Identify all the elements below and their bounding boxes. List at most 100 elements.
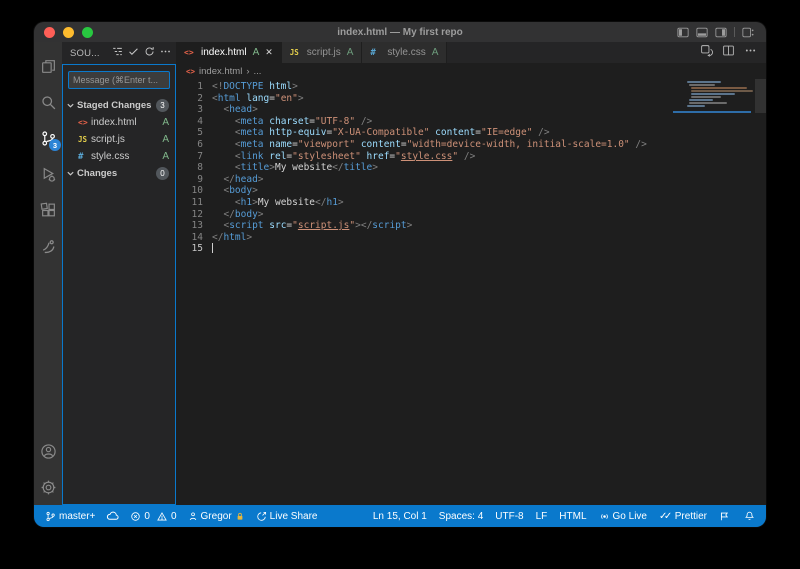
commit-check-icon[interactable] <box>128 44 139 62</box>
extensions-icon[interactable] <box>34 192 62 228</box>
code-line[interactable]: 8 <title>My website</title> <box>176 162 766 174</box>
close-window-button[interactable] <box>44 26 55 38</box>
tab-style-css[interactable]: # style.css A <box>362 42 448 63</box>
lock-icon <box>237 512 243 520</box>
code-text: <meta charset="UTF-8" /> <box>234 115 373 127</box>
split-editor-icon[interactable] <box>722 44 735 62</box>
staged-file-style-css[interactable]: # style.css A <box>63 148 175 165</box>
language-mode[interactable]: HTML <box>559 511 586 522</box>
customize-layout-icon[interactable] <box>742 27 754 38</box>
prettier-status[interactable]: ✓✓ Prettier <box>659 511 707 522</box>
code-line[interactable]: 1 <!DOCTYPE html> <box>176 81 766 93</box>
staged-count-badge: 3 <box>156 99 169 112</box>
code-line[interactable]: 2 <html lang="en"> <box>176 93 766 105</box>
status-bar: master+ 0 0 Gregor Live Share Ln 15, Col… <box>34 505 766 527</box>
feedback-icon <box>720 512 729 520</box>
toggle-secondary-sidebar-icon[interactable] <box>715 27 727 38</box>
indentation-setting[interactable]: Spaces: 4 <box>439 511 483 522</box>
eol-setting[interactable]: LF <box>536 511 548 522</box>
cursor-position[interactable]: Ln 15, Col 1 <box>373 511 427 522</box>
more-actions-icon[interactable] <box>744 44 757 62</box>
code-editor[interactable]: 1 <!DOCTYPE html> 2 <html lang="en"> 3 <head… <box>176 79 766 505</box>
accounts-icon[interactable] <box>34 433 62 469</box>
share-icon <box>257 511 266 521</box>
commit-message-input[interactable] <box>68 71 170 89</box>
open-changes-icon[interactable] <box>700 44 713 62</box>
error-icon <box>131 511 141 521</box>
feedback-button[interactable] <box>719 511 730 522</box>
live-share-status[interactable]: Live Share <box>256 511 317 522</box>
code-line[interactable]: 5 <meta http-equiv="X-UA-Compatible" con… <box>176 127 766 139</box>
breadcrumb-more[interactable]: ... <box>254 66 262 77</box>
minimize-window-button[interactable] <box>63 26 74 38</box>
html-file-icon: <> <box>184 48 194 57</box>
toggle-sidebar-icon[interactable] <box>677 27 689 38</box>
staged-file-index-html[interactable]: <> index.html A <box>63 114 175 131</box>
go-live-button[interactable]: Go Live <box>599 511 647 522</box>
scrollbar-thumb[interactable] <box>755 79 766 113</box>
settings-gear-icon[interactable] <box>34 469 62 505</box>
code-text: <!DOCTYPE html> <box>212 81 298 92</box>
git-status-added: A <box>431 47 439 58</box>
code-text: <meta name="viewport" content="width=dev… <box>234 138 647 150</box>
code-line[interactable]: 7 <link rel="stylesheet" href="style.css… <box>176 151 766 163</box>
error-count: 0 <box>144 510 150 522</box>
code-text: </head> <box>223 173 264 185</box>
minimap[interactable] <box>673 81 753 113</box>
chevron-down-icon <box>66 101 75 110</box>
line-number: 2 <box>197 92 203 104</box>
line-number: 5 <box>197 127 203 139</box>
close-tab-icon[interactable]: ✕ <box>265 47 273 58</box>
run-debug-icon[interactable] <box>34 156 62 192</box>
html-file-icon: <> <box>78 118 88 127</box>
git-branch-status[interactable]: master+ <box>45 511 95 522</box>
encoding-setting[interactable]: UTF-8 <box>495 511 523 522</box>
refresh-icon[interactable] <box>144 44 155 62</box>
code-line[interactable]: 6 <meta name="viewport" content="width=d… <box>176 139 766 151</box>
titlebar-separator <box>734 27 735 37</box>
tab-index-html[interactable]: <> index.html A ✕ <box>176 42 282 63</box>
staged-changes-section[interactable]: Staged Changes 3 <box>63 97 175 114</box>
line-number: 4 <box>197 115 203 127</box>
code-line[interactable]: 11 <h1>My website</h1> <box>176 197 766 209</box>
problems-status[interactable]: 0 0 <box>130 510 177 522</box>
code-lines[interactable]: 1 <!DOCTYPE html> 2 <html lang="en"> 3 <head… <box>176 81 766 255</box>
toggle-panel-icon[interactable] <box>696 27 708 38</box>
code-line[interactable]: 3 <head> <box>176 104 766 116</box>
sidebar-source-control: SOU... Staged Changes 3 <> index.html <box>62 42 176 505</box>
code-line[interactable]: 4 <meta charset="UTF-8" /> <box>176 116 766 128</box>
code-text: <script src="script.js"></script> <box>223 220 413 232</box>
tab-script-js[interactable]: JS script.js A <box>281 42 363 63</box>
explorer-icon[interactable] <box>34 48 62 84</box>
code-line[interactable]: 15 <box>176 243 766 255</box>
code-line[interactable]: 13 <script src="script.js"></script> <box>176 220 766 232</box>
code-line[interactable]: 14 </html> <box>176 232 766 244</box>
encoding-label: UTF-8 <box>495 510 524 522</box>
file-name: index.html <box>91 117 137 128</box>
breadcrumb[interactable]: <> index.html › ... <box>176 63 766 79</box>
participant-icon <box>189 511 196 520</box>
editor-group: <> index.html A ✕ JS script.js A # style… <box>176 42 766 505</box>
code-line[interactable]: 12 </body> <box>176 209 766 221</box>
sidebar-header: SOU... <box>62 42 176 64</box>
line-number: 13 <box>191 220 203 232</box>
sync-changes-button[interactable] <box>106 511 119 521</box>
code-line[interactable]: 10 <body> <box>176 185 766 197</box>
staged-file-script-js[interactable]: JS script.js A <box>63 131 175 148</box>
prettier-label: Prettier <box>674 510 707 522</box>
breadcrumb-file[interactable]: index.html <box>199 66 242 77</box>
more-actions-icon[interactable] <box>160 44 171 62</box>
git-status-added: A <box>162 151 169 162</box>
source-control-icon[interactable]: 3 <box>34 120 62 156</box>
code-text: </body> <box>223 208 264 220</box>
changes-section[interactable]: Changes 0 <box>63 165 175 182</box>
view-as-tree-icon[interactable] <box>112 44 123 62</box>
live-share-participant[interactable]: Gregor <box>188 511 245 522</box>
zoom-window-button[interactable] <box>82 26 93 38</box>
notifications-button[interactable] <box>744 510 755 522</box>
search-icon[interactable] <box>34 84 62 120</box>
live-share-icon[interactable] <box>34 228 62 264</box>
vertical-scrollbar[interactable] <box>755 79 766 505</box>
code-line[interactable]: 9 </head> <box>176 174 766 186</box>
git-status-added: A <box>252 47 260 58</box>
